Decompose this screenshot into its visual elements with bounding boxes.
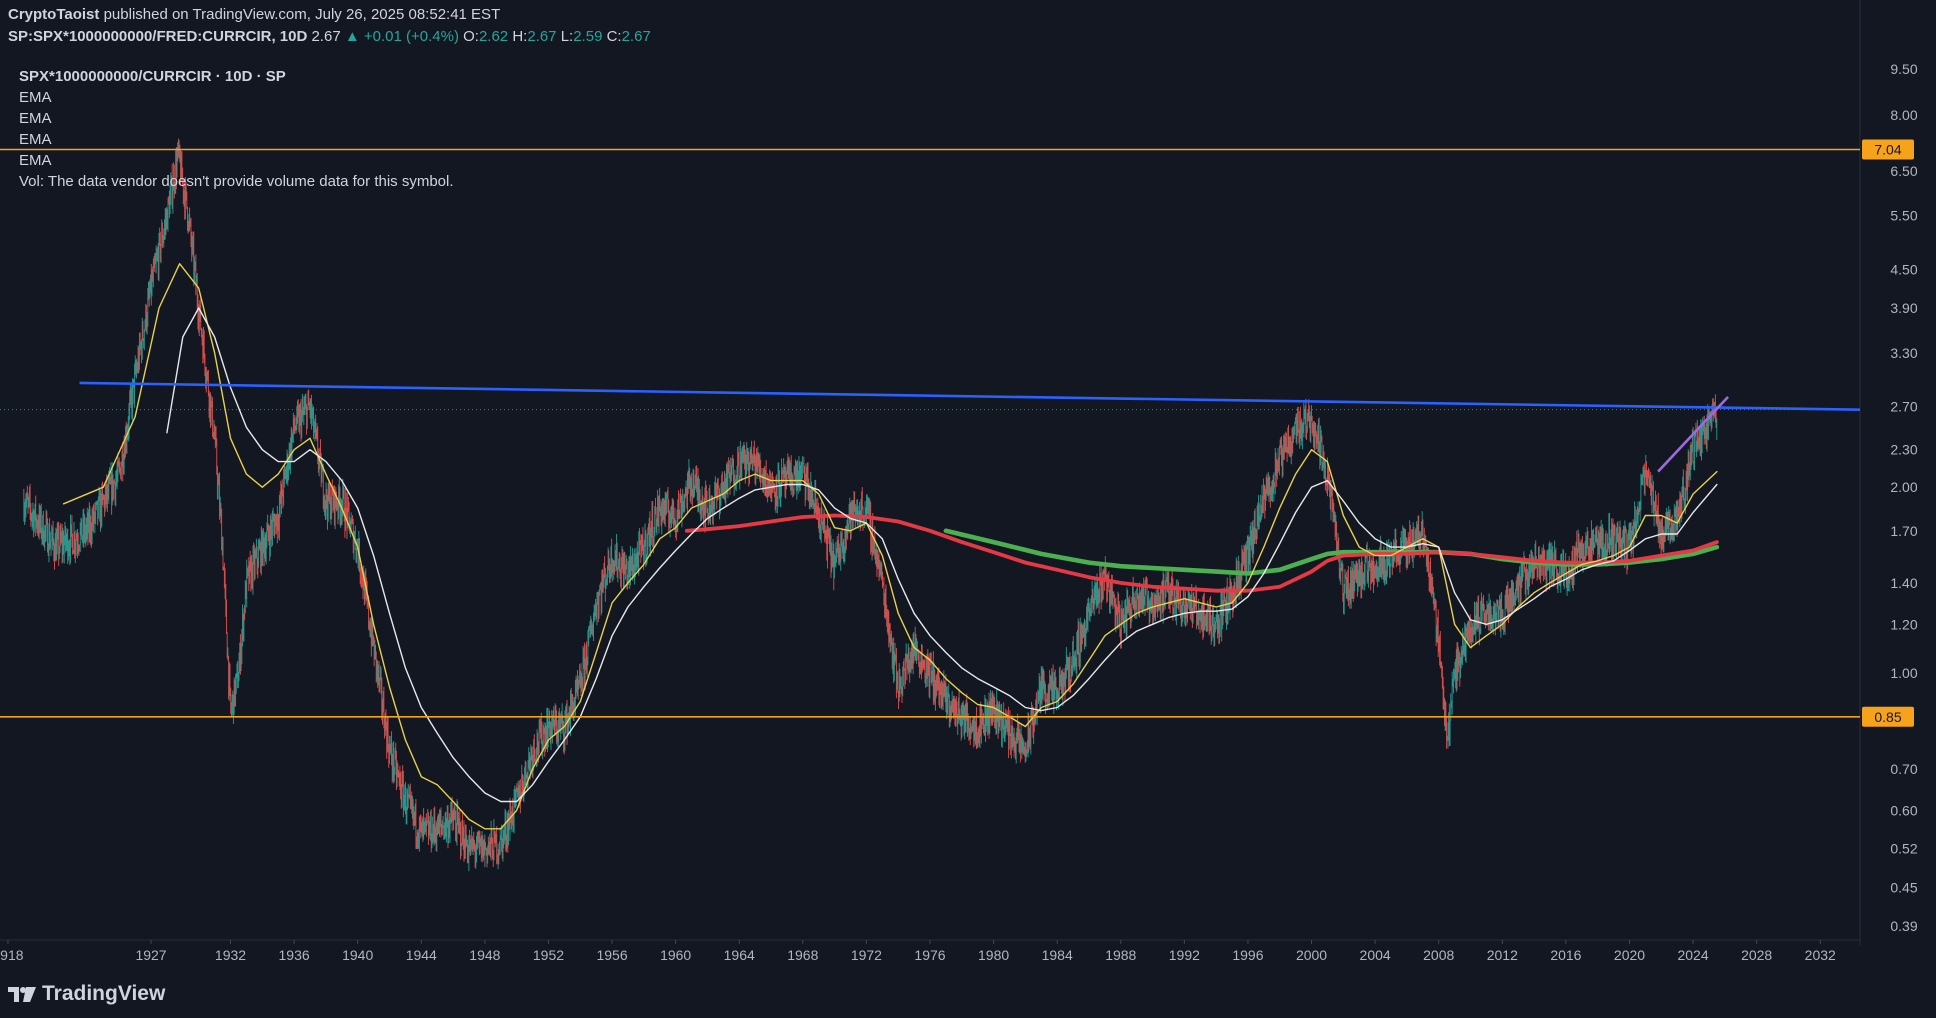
x-tick-label: 1948 [469, 947, 500, 963]
x-tick-label: 1968 [787, 947, 818, 963]
x-tick-label: 1940 [342, 947, 373, 963]
x-tick-label: 1992 [1169, 947, 1200, 963]
y-tick-label: 2.00 [1890, 479, 1917, 495]
y-tick-label: 9.50 [1890, 61, 1917, 77]
x-tick-label: 2020 [1614, 947, 1645, 963]
chart-legend: SPX*1000000000/CURRCIR · 10D · SP EMA EM… [19, 66, 454, 192]
y-tick-label: 3.30 [1890, 345, 1917, 361]
y-tick-label: 1.40 [1890, 575, 1917, 591]
price-change: +0.01 (+0.4%) [363, 28, 459, 45]
legend-ema-1[interactable]: EMA [19, 87, 454, 108]
y-tick-label: 4.50 [1890, 262, 1917, 278]
x-tick-label: 2008 [1423, 947, 1454, 963]
y-tick-label: 5.50 [1890, 208, 1917, 224]
x-tick-label: 1936 [279, 947, 310, 963]
author-name[interactable]: CryptoTaoist [8, 6, 99, 23]
x-tick-label: 1980 [978, 947, 1009, 963]
high-value: 2.67 [527, 28, 557, 45]
symbol-line: SP:SPX*1000000000/FRED:CURRCIR, 10D 2.67… [8, 28, 651, 45]
y-tick-label: 8.00 [1890, 107, 1917, 123]
x-tick-label: 1984 [1042, 947, 1073, 963]
y-tick-label: 0.60 [1890, 802, 1917, 818]
x-tick-label: 2024 [1677, 947, 1708, 963]
y-tick-label: 6.50 [1890, 163, 1917, 179]
x-tick-label: 1956 [596, 947, 627, 963]
x-tick-label: 1996 [1232, 947, 1263, 963]
x-tick-label: 1972 [851, 947, 882, 963]
x-tick-label: 1960 [660, 947, 691, 963]
x-tick-label: 1964 [724, 947, 755, 963]
y-tick-label: 0.70 [1890, 761, 1917, 777]
x-tick-label: 2012 [1487, 947, 1518, 963]
y-tick-label: 0.45 [1890, 879, 1917, 895]
close-value: 2.67 [621, 28, 651, 45]
x-tick-label: 2004 [1360, 947, 1391, 963]
x-tick-label: 2032 [1805, 947, 1836, 963]
y-tick-label: 2.70 [1890, 399, 1917, 415]
x-tick-label: 2028 [1741, 947, 1772, 963]
publish-line: CryptoTaoist published on TradingView.co… [8, 6, 500, 23]
blue-trendline [79, 381, 1861, 411]
tradingview-brand[interactable]: TradingView [8, 982, 165, 1006]
high-label: H: [512, 28, 528, 45]
y-tick-label: 3.90 [1890, 300, 1917, 316]
legend-ema-3[interactable]: EMA [19, 129, 454, 150]
legend-ema-2[interactable]: EMA [19, 108, 454, 129]
x-tick-label: 1976 [914, 947, 945, 963]
x-tick-label: 1988 [1105, 947, 1136, 963]
x-tick-label: 1927 [135, 947, 166, 963]
open-value: 2.62 [478, 28, 509, 45]
y-tick-label: 1.20 [1890, 616, 1917, 632]
level-price-label: 7.04 [1874, 141, 1901, 157]
x-tick-label: 1918 [0, 947, 24, 963]
x-tick-label: 1952 [533, 947, 564, 963]
x-tick-label: 1944 [406, 947, 437, 963]
y-tick-label: 1.70 [1890, 523, 1917, 539]
open-label: O: [463, 28, 479, 45]
x-tick-label: 1932 [215, 947, 246, 963]
level-price-label: 0.85 [1874, 709, 1901, 725]
chart-marks [0, 138, 1860, 872]
y-tick-label: 2.30 [1890, 442, 1917, 458]
y-tick-label: 0.39 [1890, 918, 1917, 934]
y-tick-label: 0.52 [1890, 841, 1917, 857]
legend-volume-note: Vol: The data vendor doesn't provide vol… [19, 173, 454, 190]
legend-ema-4[interactable]: EMA [19, 150, 454, 171]
symbol-name[interactable]: SP:SPX*1000000000/FRED:CURRCIR, 10D [8, 28, 307, 45]
x-tick-label: 2000 [1296, 947, 1327, 963]
low-label: L: [560, 28, 574, 45]
published-text: published on TradingView.com, July 26, 2… [103, 6, 501, 23]
brand-name: TradingView [42, 982, 166, 1005]
x-tick-label: 2016 [1550, 947, 1581, 963]
last-price: 2.67 [311, 28, 341, 45]
y-tick-label: 1.00 [1890, 665, 1917, 681]
close-label: C: [606, 28, 622, 45]
legend-title[interactable]: SPX*1000000000/CURRCIR · 10D · SP [19, 66, 454, 87]
low-value: 2.59 [573, 28, 603, 45]
up-triangle-icon: ▲ [344, 28, 360, 45]
ema-yellow-line [62, 263, 1718, 830]
tradingview-logo-icon [8, 987, 36, 1002]
